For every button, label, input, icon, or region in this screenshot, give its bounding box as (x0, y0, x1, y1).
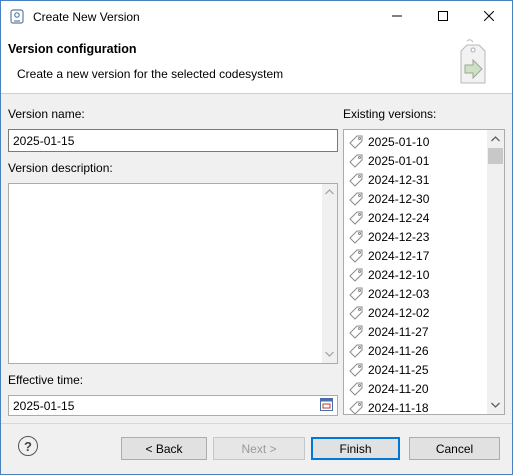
tag-icon (349, 306, 363, 320)
next-button[interactable]: Next > (213, 437, 305, 460)
page-title: Version configuration (8, 42, 137, 56)
list-item[interactable]: 2024-12-30 (348, 189, 429, 208)
maximize-button[interactable] (420, 1, 466, 32)
close-button[interactable] (466, 1, 512, 32)
calendar-icon[interactable] (320, 398, 333, 414)
maximize-icon (438, 10, 448, 24)
description-scrollbar[interactable] (322, 184, 337, 363)
cancel-button[interactable]: Cancel (409, 437, 500, 460)
window-title: Create New Version (33, 10, 140, 24)
minimize-icon (392, 10, 402, 24)
list-item[interactable]: 2024-12-23 (348, 227, 429, 246)
minimize-button[interactable] (374, 1, 420, 32)
help-icon[interactable]: ? (18, 436, 38, 456)
version-description-label: Version description: (8, 161, 113, 175)
list-item[interactable]: 2024-12-17 (348, 246, 429, 265)
effective-time-label: Effective time: (8, 373, 84, 387)
tag-icon (349, 173, 363, 187)
list-item[interactable]: 2024-11-25 (348, 360, 429, 379)
version-wizard-icon (456, 39, 490, 87)
list-item[interactable]: 2024-11-27 (348, 322, 429, 341)
tag-icon (349, 382, 363, 396)
version-name-input[interactable] (8, 129, 338, 152)
list-item[interactable]: 2025-01-10 (348, 132, 429, 151)
title-bar: Create New Version (1, 1, 512, 32)
list-item[interactable]: 2024-12-10 (348, 265, 429, 284)
tag-icon (349, 135, 363, 149)
tag-icon (349, 401, 363, 414)
page-subtitle: Create a new version for the selected co… (17, 67, 284, 81)
version-app-icon (10, 9, 24, 24)
tag-icon (349, 325, 363, 339)
list-item[interactable]: 2025-01-01 (348, 151, 429, 170)
tag-icon (349, 192, 363, 206)
list-item[interactable]: 2024-12-24 (348, 208, 429, 227)
list-item[interactable]: 2024-12-31 (348, 170, 429, 189)
scroll-thumb[interactable] (488, 148, 503, 164)
tag-icon (349, 363, 363, 377)
tag-icon (349, 230, 363, 244)
tag-icon (349, 249, 363, 263)
tag-icon (349, 211, 363, 225)
list-item[interactable]: 2024-11-18 (348, 398, 429, 414)
effective-time-input[interactable] (8, 395, 338, 416)
list-item[interactable]: 2024-12-02 (348, 303, 429, 322)
list-item[interactable]: 2024-12-03 (348, 284, 429, 303)
back-button[interactable]: < Back (121, 437, 207, 460)
finish-button[interactable]: Finish (311, 437, 400, 460)
version-description-textarea[interactable] (8, 183, 338, 364)
wizard-header: Version configuration Create a new versi… (1, 32, 512, 94)
close-icon (483, 10, 495, 24)
versions-scrollbar[interactable] (487, 130, 504, 414)
tag-icon (349, 154, 363, 168)
tag-icon (349, 287, 363, 301)
tag-icon (349, 344, 363, 358)
existing-versions-list[interactable]: 2025-01-10 2025-01-01 2024-12-31 2024-12… (343, 129, 505, 415)
existing-versions-label: Existing versions: (343, 107, 437, 121)
version-name-label: Version name: (8, 107, 85, 121)
tag-icon (349, 268, 363, 282)
footer-separator (1, 423, 512, 424)
list-item[interactable]: 2024-11-26 (348, 341, 429, 360)
create-new-version-dialog: Create New Version Version configuration… (0, 0, 513, 475)
list-item[interactable]: 2024-11-20 (348, 379, 429, 398)
